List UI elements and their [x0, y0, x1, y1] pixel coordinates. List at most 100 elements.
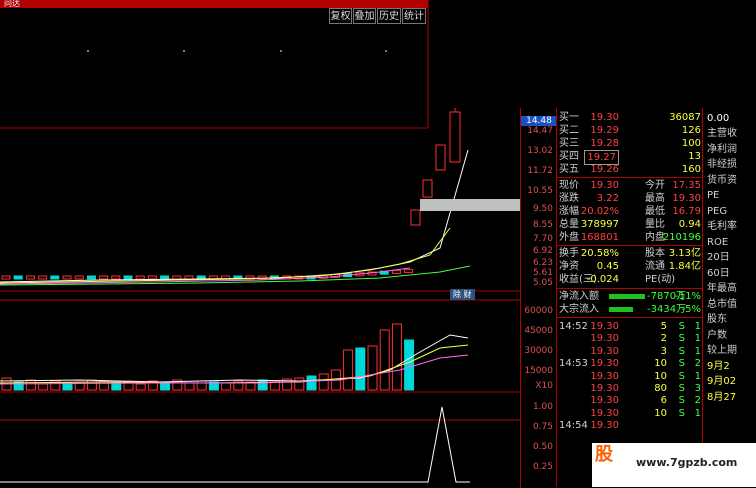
range-tooltip-box [420, 199, 520, 211]
candle [99, 275, 109, 280]
fundamental-label: 毛利率 [707, 221, 737, 232]
volume-bar [391, 323, 402, 391]
fundamental-label: 较上期 [707, 345, 737, 356]
volume-bar [135, 383, 146, 391]
fundamental-label: 总市值 [707, 298, 737, 310]
bid-row[interactable]: 买四 19.27 13 [557, 150, 703, 165]
fundamentals-panel: 0.00 主营收 净利润 非经损 货币资 PE PEG 毛利率 ROE 20日 60日 年最高 总市值… [702, 108, 756, 487]
trade-tick-row: 14:52 19.30 5 S 1 [559, 321, 701, 332]
quote-row: 净资 0.45 流通 1.84亿 [559, 261, 701, 272]
price-tick: 6.23 [532, 258, 553, 268]
current-price-tag: 14.48 [521, 116, 557, 126]
price-tick: 9.50 [532, 204, 553, 214]
fundamental-label: 净利润 [707, 143, 737, 155]
candle [404, 269, 414, 274]
volume-tick: 15000 [524, 366, 553, 376]
fundamental-label: 股东 [707, 314, 727, 325]
flow-row: 大宗流入 -3434万 -5% [559, 304, 701, 315]
price-tick: 14.47 [527, 126, 553, 136]
candle [50, 275, 60, 280]
volume-bar [184, 382, 195, 391]
quote-row: 涨幅 20.02% 最低 16.79 [559, 206, 701, 217]
volume-bar [221, 382, 232, 391]
candle [38, 275, 48, 280]
quote-row: 涨跌 3.22 最高 19.30 [559, 193, 701, 204]
volume-bar [38, 383, 49, 391]
fundamental-label: 货币资 [707, 174, 737, 186]
trade-tick-row: 19.30 80 S 3 [590, 383, 701, 394]
price-tick: 7.70 [532, 234, 553, 244]
flow-row: 净流入额 -7870万 -11% [559, 291, 701, 302]
volume-bar [404, 339, 415, 391]
candle [62, 275, 72, 280]
kline-chart[interactable] [0, 0, 520, 487]
bid-row[interactable]: 买一 19.30 36087 [557, 111, 703, 124]
indicator-tick: 0.75 [532, 422, 553, 432]
volume-tick: 60000 [524, 306, 553, 316]
fundamental-label: 20日 [707, 252, 730, 263]
trade-tick-row: 19.30 10 S 1 [590, 370, 701, 382]
candle [123, 275, 133, 280]
quote-row: 总量 378997 量比 0.94 [559, 219, 701, 230]
candle [74, 275, 84, 280]
candle [86, 275, 96, 280]
price-axis: 14.48 14.47 13.02 11.72 10.55 9.50 8.55 … [520, 108, 557, 488]
range-tooltip-text: 9.31 - 10.07 [424, 212, 473, 221]
candle [13, 275, 23, 280]
price-tick: 10.55 [527, 186, 553, 196]
candle [160, 275, 170, 280]
event-markers [87, 50, 387, 52]
volume-bar [25, 379, 36, 391]
volume-bar [86, 379, 97, 391]
price-tick: 5.61 [532, 268, 553, 278]
quote-row: 外盘 168801 内盘 210196 [559, 232, 701, 243]
indicator-line [0, 406, 470, 483]
ex-right-badge: 除 财 [450, 289, 475, 300]
candle [391, 269, 401, 274]
indicator-tick: 0.25 [532, 462, 553, 472]
fundamental-label: 年最高 [707, 283, 737, 294]
indicator-tick: 0.50 [532, 442, 553, 452]
volume-bar [343, 349, 354, 391]
candle [111, 275, 121, 280]
indicator-tick: 1.00 [532, 402, 553, 412]
price-tick: 5.05 [532, 278, 553, 288]
trade-tick-row: 19.30 10 S 1 [590, 407, 701, 419]
price-tick: 13.02 [527, 146, 553, 156]
price-tick: 8.55 [532, 220, 553, 230]
volume-tick: 45000 [524, 326, 553, 336]
fundamental-label: 主营收 [707, 128, 737, 139]
volume-bar [355, 347, 366, 391]
logo-icon: 股 [595, 444, 613, 465]
candle [147, 275, 157, 280]
fundamental-label: PEG [707, 205, 728, 217]
trade-tick-row: 19.30 3 S 1 [590, 345, 701, 357]
volume-bar [111, 382, 122, 391]
fundamental-label: 户数 [707, 329, 727, 341]
volume-bar [306, 375, 317, 391]
fundamental-label: 8月27 [707, 391, 737, 403]
price-tick: 6.92 [532, 246, 553, 256]
trade-tick-row: 14:54 19.30 [559, 420, 619, 432]
watermark: 股 www.7gpzb.com [592, 443, 756, 487]
price-tick: 11.72 [527, 166, 553, 176]
fundamental-label: PE [707, 190, 720, 201]
bid-row[interactable]: 买三 19.28 100 [557, 137, 703, 150]
trade-tick-row: 19.30 6 S 2 [590, 395, 701, 407]
volume-bar [318, 373, 329, 391]
fundamental-label: 9月02 [707, 376, 737, 387]
volume-tick: 30000 [524, 346, 553, 356]
candle [1, 275, 11, 280]
quote-row: 现价 19.30 今开 17.35 [559, 180, 701, 191]
quote-panel: 买一 19.30 36087 买二 19.29 126 买三 19.28 100 买四 19.… [556, 108, 703, 487]
volume-bar [367, 345, 378, 391]
volume-bar [257, 379, 268, 391]
quote-row: 收益(三) -0.024 PE(动) [559, 274, 676, 285]
candle [172, 275, 182, 280]
bid-row[interactable]: 买二 19.29 126 [557, 124, 703, 137]
bid-row[interactable]: 买五 19.26 160 [557, 163, 703, 176]
candle [184, 275, 194, 280]
quote-row: 换手 20.58% 股本 3.13亿 [559, 248, 701, 259]
candle [135, 275, 145, 280]
trade-tick-row: 14:53 19.30 10 S 2 [559, 358, 701, 370]
